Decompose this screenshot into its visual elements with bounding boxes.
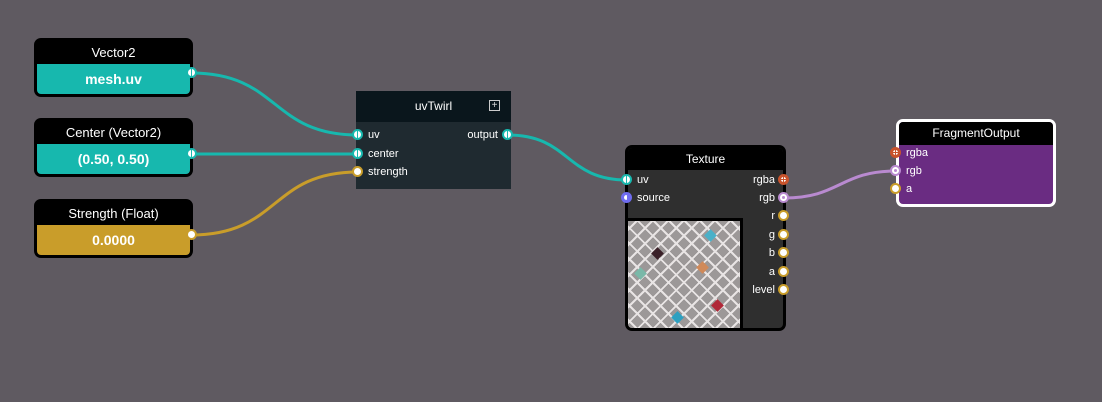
port-label: source [637,192,671,204]
texture-source-port[interactable] [621,192,632,203]
fragment-rgba-port[interactable] [890,147,901,158]
port-label: uv [368,129,380,141]
node-title: Texture [628,148,783,170]
fragment-a-port[interactable] [890,183,901,194]
port-label: center [368,148,399,160]
port-label: g [768,229,775,241]
texture-r-port[interactable] [778,210,789,221]
center-output-port[interactable] [186,148,197,159]
texture-rgba-port[interactable] [778,174,789,185]
texture-a-port[interactable] [778,266,789,277]
port-label: output [467,129,498,141]
node-title: uvTwirl [356,91,511,122]
center-node[interactable]: Center (Vector2) (0.50, 0.50) [34,118,193,177]
port-label: a [906,183,913,195]
texture-level-port[interactable] [778,284,789,295]
uvtwirl-center-port[interactable] [352,148,363,159]
node-title: Strength (Float) [68,206,159,221]
vector2-node[interactable]: Vector2 mesh.uv [34,38,193,97]
strength-output-port[interactable] [186,229,197,240]
wire-output-to-texture-uv[interactable] [507,133,628,182]
strength-node[interactable]: Strength (Float) 0.0000 [34,199,193,258]
wire-rgb-to-fragment-rgb[interactable] [783,169,897,200]
uvtwirl-uv-port[interactable] [352,129,363,140]
node-value[interactable]: (0.50, 0.50) [37,144,190,174]
vector2-output-port[interactable] [186,67,197,78]
node-title: FragmentOutput [899,122,1053,145]
expand-icon[interactable]: + [489,100,500,111]
texture-g-port[interactable] [778,229,789,240]
port-label: rgb [759,192,775,204]
port-label: uv [637,174,649,186]
fragment-rgb-port[interactable] [890,165,901,176]
wire-vector2-to-uv[interactable] [190,71,359,137]
port-label: b [768,247,775,259]
wire-strength-to-strength[interactable] [190,170,359,237]
node-title: Center (Vector2) [65,125,162,140]
fragment-output-node[interactable]: FragmentOutput [896,119,1056,207]
texture-rgb-port[interactable] [778,192,789,203]
node-title: Vector2 [91,45,136,60]
port-label: a [768,266,775,278]
texture-uv-port[interactable] [621,174,632,185]
texture-b-port[interactable] [778,247,789,258]
port-label: level [752,284,775,296]
uvtwirl-strength-port[interactable] [352,166,363,177]
port-label: rgba [752,174,775,186]
uvtwirl-output-port[interactable] [502,129,513,140]
port-label: rgba [906,147,929,159]
port-label: r [771,210,775,222]
node-value[interactable]: mesh.uv [37,64,190,94]
port-label: strength [368,166,408,178]
port-label: rgb [906,165,922,177]
node-value[interactable]: 0.0000 [37,225,190,255]
